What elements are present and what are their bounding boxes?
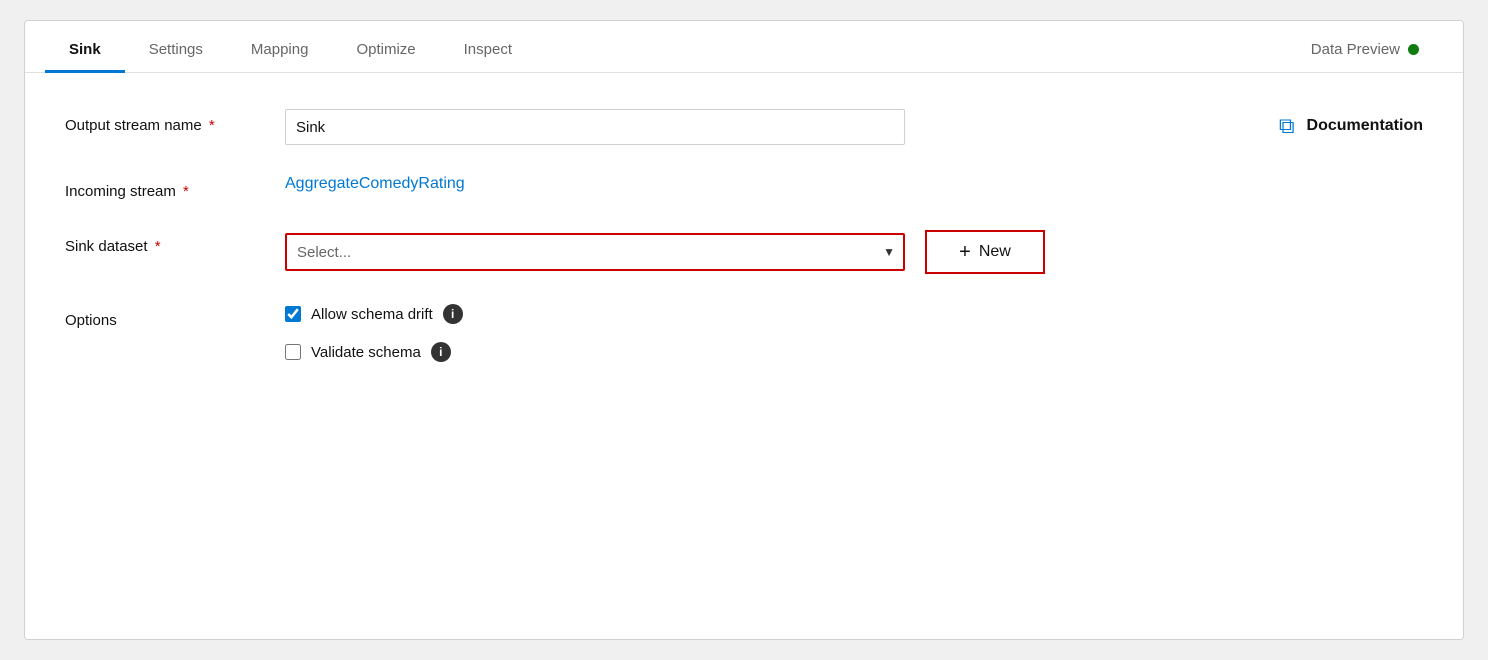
tab-inspect[interactable]: Inspect — [440, 27, 536, 73]
plus-icon: + — [959, 242, 971, 262]
tab-bar: Sink Settings Mapping Optimize Inspect D… — [25, 21, 1463, 73]
incoming-stream-required-star: * — [179, 183, 189, 200]
main-container: Sink Settings Mapping Optimize Inspect D… — [24, 20, 1464, 640]
output-stream-name-form-row: Output stream name * — [65, 109, 1239, 145]
sink-dataset-row: Sink dataset * Select... ▼ + New — [65, 230, 1423, 274]
allow-schema-drift-label: Allow schema drift — [311, 306, 433, 323]
options-label: Options — [65, 304, 285, 329]
output-stream-name-left: Output stream name * — [65, 109, 1239, 175]
allow-schema-drift-row: Allow schema drift i — [285, 304, 463, 324]
tab-optimize[interactable]: Optimize — [332, 27, 439, 73]
new-button-label: New — [979, 243, 1011, 261]
documentation-icon[interactable]: ⧉ — [1279, 113, 1295, 139]
sink-dataset-label: Sink dataset * — [65, 230, 285, 255]
new-button[interactable]: + New — [925, 230, 1045, 274]
incoming-stream-row: Incoming stream * AggregateComedyRating — [65, 175, 1423, 200]
validate-schema-checkbox[interactable] — [285, 344, 301, 360]
tab-data-preview[interactable]: Data Preview — [1287, 27, 1443, 73]
data-preview-status-dot — [1408, 44, 1419, 55]
output-stream-name-control — [285, 109, 1045, 145]
sink-dataset-select[interactable]: Select... — [285, 233, 905, 271]
tab-settings[interactable]: Settings — [125, 27, 227, 73]
allow-schema-drift-checkbox[interactable] — [285, 306, 301, 322]
documentation-area: ⧉ Documentation — [1279, 109, 1423, 139]
output-stream-name-row: Output stream name * ⧉ Documentation — [65, 109, 1423, 175]
sink-dataset-select-wrapper: Select... ▼ — [285, 233, 905, 271]
sink-dataset-required-star: * — [151, 238, 161, 255]
validate-schema-label: Validate schema — [311, 344, 421, 361]
validate-schema-info-icon[interactable]: i — [431, 342, 451, 362]
incoming-stream-control: AggregateComedyRating — [285, 175, 1045, 193]
documentation-label: Documentation — [1307, 117, 1423, 135]
sink-dataset-right: Select... ▼ + New — [285, 230, 1423, 274]
output-stream-name-input[interactable] — [285, 109, 905, 145]
incoming-stream-value[interactable]: AggregateComedyRating — [285, 175, 465, 193]
tab-mapping[interactable]: Mapping — [227, 27, 333, 73]
main-content: Output stream name * ⧉ Documentation Inc… — [25, 73, 1463, 432]
validate-schema-row: Validate schema i — [285, 342, 463, 362]
tab-sink[interactable]: Sink — [45, 27, 125, 73]
incoming-stream-label: Incoming stream * — [65, 175, 285, 200]
data-preview-label: Data Preview — [1311, 41, 1400, 58]
output-stream-required-star: * — [205, 117, 215, 134]
options-row: Options Allow schema drift i Validate sc… — [65, 304, 1423, 362]
output-stream-name-label: Output stream name * — [65, 109, 285, 134]
options-area: Allow schema drift i Validate schema i — [285, 304, 463, 362]
allow-schema-drift-info-icon[interactable]: i — [443, 304, 463, 324]
